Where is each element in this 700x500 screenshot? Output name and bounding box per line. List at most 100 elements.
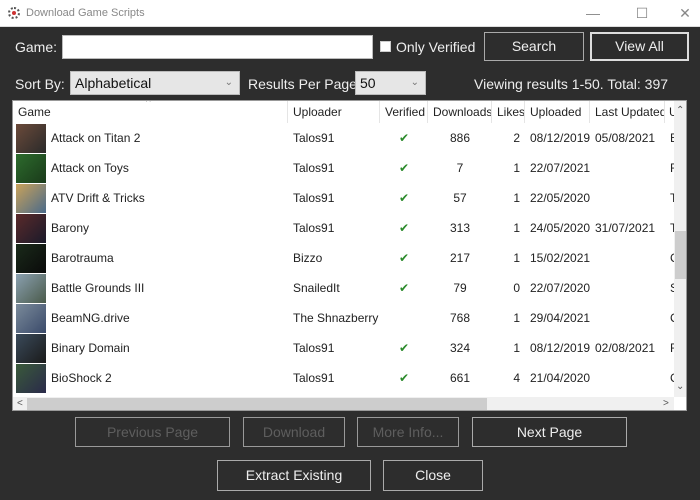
cell-uploader: The Shnazberry	[293, 311, 379, 325]
results-per-page-label: Results Per Page:	[248, 76, 361, 92]
cell-last-updated	[595, 273, 665, 303]
cell-downloads: 57	[453, 191, 467, 205]
scroll-left-icon[interactable]: <	[17, 398, 23, 409]
cell-likes: 0	[513, 281, 520, 295]
cell-downloads: 217	[449, 251, 471, 265]
table-row[interactable]: BioShock 2Talos91✔661421/04/2020C	[13, 363, 674, 393]
cell-downloads: 79	[453, 281, 467, 295]
column-header-last-updated[interactable]: Last Updated	[590, 101, 665, 123]
table-row[interactable]: BeamNG.drive The Shnazberry 768 1 29/04/2021…	[13, 303, 674, 333]
table-row[interactable]: Binary Domain Talos91 ✔ 324 1 08/12/2019 02/08…	[13, 333, 674, 363]
verified-check-icon: ✔	[398, 341, 410, 355]
minimize-button[interactable]: —	[578, 2, 608, 24]
cell-likes: 1	[513, 191, 520, 205]
scroll-down-icon[interactable]: ⌄	[676, 381, 684, 392]
cell-downloads: 886	[449, 131, 471, 145]
game-thumbnail	[16, 364, 46, 393]
extract-existing-button[interactable]: Extract Existing	[217, 460, 371, 491]
table-row[interactable]: ATV Drift & TricksTalos91✔57122/05/2020T	[13, 183, 674, 213]
cell-likes: 4	[513, 371, 520, 385]
column-header-more[interactable]: U	[665, 101, 674, 123]
next-page-button[interactable]: Next Page	[472, 417, 627, 447]
column-header-verified[interactable]: Verified	[380, 101, 428, 123]
game-label: Game:	[15, 39, 58, 55]
only-verified-label[interactable]: Only Verified	[396, 39, 475, 55]
game-thumbnail	[16, 244, 46, 273]
vertical-scrollbar[interactable]: ⌃ ⌄	[674, 101, 686, 397]
cell-last-updated: 31/07/2021	[595, 221, 656, 235]
table-row[interactable]: Battle Grounds III SnailedIt ✔ 79 0 22/07/202…	[13, 273, 674, 303]
cell-likes: 1	[513, 341, 520, 355]
scroll-right-icon[interactable]: >	[663, 398, 669, 409]
more-info-button[interactable]: More Info...	[357, 417, 459, 447]
game-thumbnail	[16, 274, 46, 303]
cell-verified: ✔	[380, 183, 428, 213]
maximize-button[interactable]: ☐	[627, 2, 657, 24]
cell-last-updated	[595, 303, 665, 333]
cell-uploader: Talos91	[293, 191, 335, 205]
cell-uploader: Talos91	[293, 131, 335, 145]
close-button[interactable]: Close	[383, 460, 483, 491]
close-window-button[interactable]: ✕	[670, 2, 700, 24]
cell-downloads: 768	[449, 311, 471, 325]
cell-uploaded: 24/05/2020	[530, 221, 591, 235]
cell-uploaded: 22/07/2020	[530, 281, 591, 295]
cell-uploader: Bizzo	[293, 251, 323, 265]
cell-downloads: 313	[449, 221, 471, 235]
horizontal-scroll-thumb[interactable]	[27, 398, 487, 410]
cell-game: BioShock 2	[51, 371, 112, 385]
view-all-button[interactable]: View All	[590, 32, 689, 61]
cell-verified: ✔	[380, 123, 428, 153]
cell-likes: 1	[513, 221, 520, 235]
cell-game: ATV Drift & Tricks	[51, 191, 145, 205]
table-row[interactable]: BarotraumaBizzo✔217115/02/2021C	[13, 243, 674, 273]
cell-uploader: Talos91	[293, 341, 335, 355]
column-header-uploader[interactable]: Uploader	[288, 101, 380, 123]
cell-verified	[380, 303, 428, 333]
search-button[interactable]: Search	[484, 32, 584, 61]
cell-last-updated	[595, 363, 665, 393]
cell-likes: 2	[513, 131, 520, 145]
cell-game: Battle Grounds III	[51, 281, 145, 295]
cell-verified: ✔	[380, 213, 428, 243]
table-row[interactable]: Attack on ToysTalos91✔7122/07/2021F	[13, 153, 674, 183]
sort-by-dropdown[interactable]: Alphabetical ⌄	[70, 71, 240, 95]
title-bar: Download Game Scripts — ☐ ✕	[0, 0, 700, 27]
cell-game: Barotrauma	[51, 251, 114, 265]
cell-uploader: SnailedIt	[293, 281, 340, 295]
only-verified-checkbox[interactable]	[380, 41, 391, 52]
cell-last-updated: 05/08/2021	[595, 131, 656, 145]
table-row[interactable]: Attack on Titan 2 Talos91 ✔ 886 2 08/12/2019 0…	[13, 123, 674, 153]
cell-verified: ✔	[380, 153, 428, 183]
vertical-scroll-thumb[interactable]	[675, 231, 686, 279]
horizontal-scrollbar[interactable]: < >	[13, 397, 674, 410]
previous-page-button[interactable]: Previous Page	[75, 417, 230, 447]
game-thumbnail	[16, 184, 46, 213]
cell-uploaded: 08/12/2019	[530, 341, 591, 355]
cell-last-updated	[595, 153, 665, 183]
table-row[interactable]: BaronyTalos91✔313124/05/202031/07/2021T	[13, 213, 674, 243]
scripts-table[interactable]: Game ^ Uploader Verified Downloads Likes…	[12, 100, 687, 411]
cell-game: Attack on Titan 2	[51, 131, 141, 145]
column-header-likes[interactable]: Likes	[492, 101, 525, 123]
column-header-downloads[interactable]: Downloads	[428, 101, 492, 123]
cell-game: Attack on Toys	[51, 161, 129, 175]
game-thumbnail	[16, 304, 46, 333]
cell-last-updated	[595, 183, 665, 213]
column-header-uploaded[interactable]: Uploaded	[525, 101, 590, 123]
game-search-input[interactable]	[62, 35, 373, 59]
game-thumbnail	[16, 214, 46, 243]
cell-uploaded: 15/02/2021	[530, 251, 591, 265]
download-button[interactable]: Download	[243, 417, 345, 447]
download-game-scripts-window: Download Game Scripts — ☐ ✕ Game: Only V…	[0, 0, 700, 500]
results-per-page-dropdown[interactable]: 50 ⌄	[355, 71, 426, 95]
verified-check-icon: ✔	[398, 221, 410, 235]
cell-last-updated: 02/08/2021	[595, 341, 656, 355]
table-header: Game ^ Uploader Verified Downloads Likes…	[13, 101, 674, 123]
cell-likes: 1	[513, 311, 520, 325]
cell-uploaded: 21/04/2020	[530, 371, 591, 385]
scroll-up-icon[interactable]: ⌃	[676, 105, 684, 116]
chevron-down-icon: ⌄	[224, 77, 233, 88]
cell-uploader: Talos91	[293, 371, 335, 385]
verified-check-icon: ✔	[398, 131, 410, 145]
